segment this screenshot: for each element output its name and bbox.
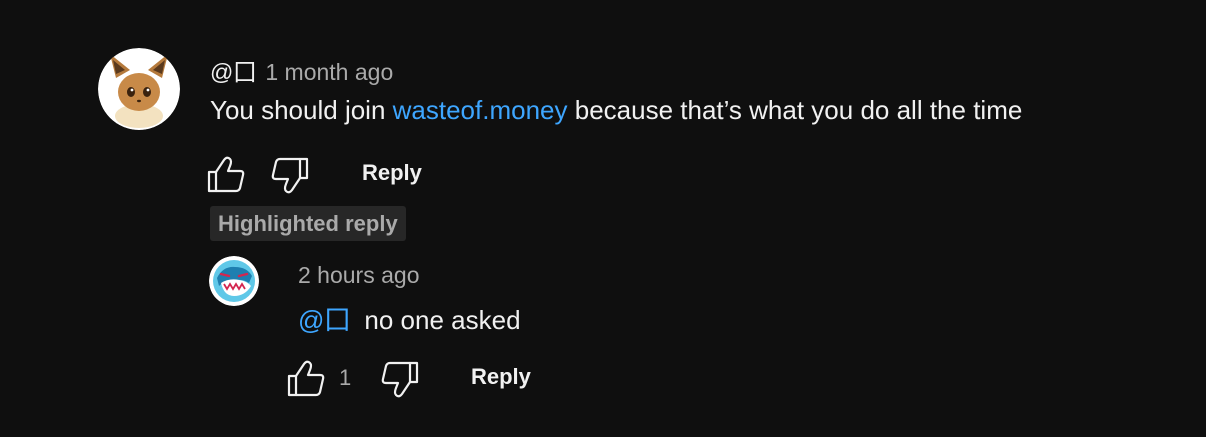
comment-link[interactable]: wasteof.money	[393, 95, 568, 125]
comment-header: @囗 1 month ago	[210, 53, 393, 87]
reply-mention[interactable]: @囗	[298, 305, 350, 335]
reply-avatar[interactable]	[209, 256, 259, 306]
reply-reply-button[interactable]: Reply	[471, 364, 531, 390]
mrbeast-avatar-icon	[209, 256, 259, 306]
reply-like-button[interactable]	[286, 358, 326, 398]
reply-header: 2 hours ago	[298, 262, 419, 289]
commenter-avatar[interactable]	[98, 48, 180, 130]
eevee-avatar-icon	[98, 48, 180, 130]
reply-body: @囗 no one asked	[298, 300, 521, 337]
reply-dislike-button[interactable]	[380, 360, 420, 400]
like-button[interactable]	[206, 154, 246, 194]
thumbs-down-icon	[381, 361, 419, 398]
comment-thread: @囗 1 month ago You should join wasteof.m…	[0, 0, 1206, 437]
comment-text-before: You should join	[210, 95, 393, 125]
comment-timestamp[interactable]: 1 month ago	[265, 59, 393, 86]
thumbs-down-icon	[271, 157, 309, 194]
comment-body: You should join wasteof.money because th…	[210, 95, 1022, 126]
thumbs-up-icon	[207, 156, 245, 193]
comment-author[interactable]: @囗	[210, 53, 256, 87]
reply-timestamp[interactable]: 2 hours ago	[298, 262, 419, 289]
thumbs-up-icon	[287, 360, 325, 397]
reply-like-count: 1	[339, 365, 352, 390]
dislike-button[interactable]	[270, 156, 310, 196]
comment-text-after: because that’s what you do all the time	[567, 95, 1023, 125]
reply-button[interactable]: Reply	[362, 160, 422, 186]
highlighted-reply-badge: Highlighted reply	[210, 206, 406, 241]
reply-text: no one asked	[364, 305, 521, 335]
